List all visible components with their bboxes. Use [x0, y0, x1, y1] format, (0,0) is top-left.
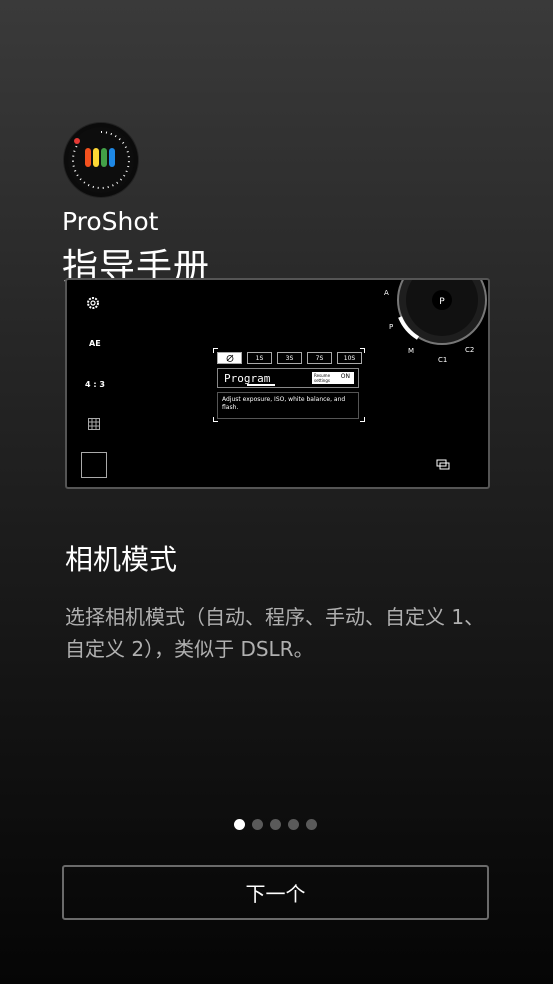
ae-label: AE [89, 339, 101, 348]
dial-label-c1: C1 [438, 356, 447, 364]
proshot-logo-icon [64, 123, 138, 197]
page-dot-1[interactable] [234, 819, 245, 830]
mode-dial: P A P M C1 C2 [384, 280, 487, 364]
resume-toggle: Resume settings ON [312, 372, 354, 384]
dial-label-m: M [408, 347, 414, 355]
dial-label-c2: C2 [465, 346, 474, 354]
next-button-label: 下一个 [245, 882, 306, 906]
next-button[interactable]: 下一个 [62, 865, 489, 920]
resume-label: Resume settings [314, 373, 331, 383]
aspect-ratio-label: 4 : 3 [85, 380, 105, 389]
timer-3s: 3S [277, 352, 302, 364]
section-description: 选择相机模式（自动、程序、手动、自定义 1、自定义 2），类似于 DSLR。 [65, 605, 485, 661]
timer-7s: 7S [307, 352, 332, 364]
page-dot-5[interactable] [306, 819, 317, 830]
app-name: ProShot [62, 207, 159, 236]
camera-preview-image: AE 4 : 3 P A P M C1 C2 1S 3S 7S 10S Prog… [65, 278, 490, 489]
mode-row: Program Resume settings ON [217, 368, 359, 388]
page-dot-2[interactable] [252, 819, 263, 830]
mode-description: Adjust exposure, ISO, white balance, and… [217, 392, 359, 419]
switch-camera-icon [436, 458, 450, 472]
dial-label-p: P [389, 323, 393, 331]
timer-off-icon [217, 352, 242, 364]
self-timer-panel: 1S 3S 7S 10S Program Resume settings ON … [213, 348, 365, 422]
dial-label-a: A [384, 289, 389, 297]
dial-selected: P [439, 297, 445, 307]
section-title: 相机模式 [65, 543, 178, 576]
gallery-thumbnail [81, 452, 107, 478]
timer-10s: 10S [337, 352, 362, 364]
grid-icon [88, 418, 100, 432]
page-indicator [234, 819, 317, 830]
timer-1s: 1S [247, 352, 272, 364]
settings-icon [85, 295, 101, 313]
resume-value: ON [340, 373, 350, 380]
page-dot-4[interactable] [288, 819, 299, 830]
page-dot-3[interactable] [270, 819, 281, 830]
